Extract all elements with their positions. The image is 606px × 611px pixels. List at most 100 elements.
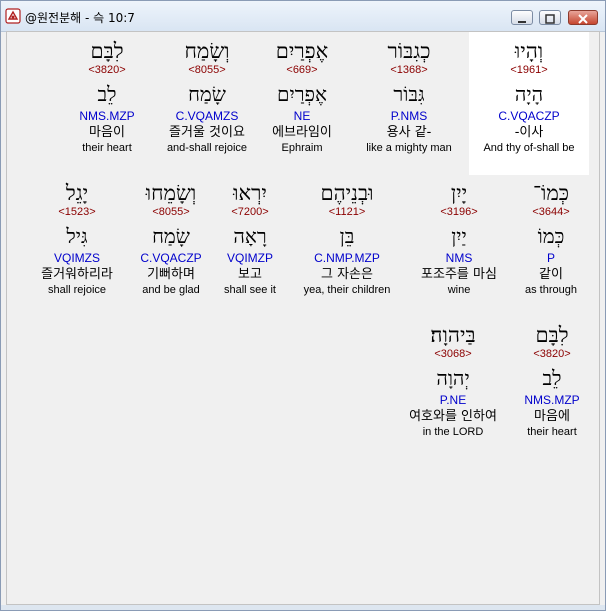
close-button[interactable] <box>568 10 598 25</box>
word-cell[interactable]: לִבָּם <3820> לֵב NMS.MZP 마음에 their hear… <box>507 316 597 439</box>
english-gloss: shall rejoice <box>47 284 107 296</box>
english-gloss: wine <box>447 284 471 296</box>
hebrew-word: כְּמוֹ־ <box>532 181 570 205</box>
morphology-code: C.VQAMZS <box>175 109 239 123</box>
word-cell[interactable]: וְהָיוּ <1961> הָיָה C.VQACZP -이사 And th… <box>469 32 589 175</box>
strong-number[interactable]: <1523> <box>27 206 127 219</box>
korean-gloss: 에브라임이 <box>272 125 332 140</box>
hebrew-word: לִבָּם <box>90 39 124 63</box>
strong-number[interactable]: <3644> <box>501 206 601 219</box>
strong-number[interactable]: <7200> <box>213 206 287 219</box>
word-cell[interactable]: בַּיהוָה׃ <3068> יְהוָה P.NE 여호와를 인하여 in… <box>397 316 509 439</box>
word-cell[interactable]: יִרְאוּ <7200> רָאָה VQIMZP 보고 shall see… <box>213 174 287 297</box>
word-cell[interactable]: לִבָּם <3820> לֵב NMS.MZP 마음이 their hear… <box>67 32 147 155</box>
word-cell[interactable]: וְשָׂמַח <8055> שָׂמַח C.VQAMZS 즐거울 것이요 … <box>157 32 257 155</box>
window-bottom-edge <box>1 605 605 610</box>
strong-number[interactable]: <8055> <box>129 206 213 219</box>
hebrew-word: בַּיהוָה׃ <box>430 323 476 347</box>
lemma: יַיִן <box>451 224 467 248</box>
korean-gloss: 같이 <box>539 267 563 282</box>
strong-number[interactable]: <3068> <box>397 348 509 361</box>
korean-gloss: 기뻐하며 <box>147 267 195 282</box>
hebrew-word: יָגֵל <box>65 181 89 205</box>
word-cell[interactable]: כְּמוֹ־ <3644> כְּמוֹ P 같이 as through <box>501 174 601 297</box>
word-cell[interactable]: כְגִבּוֹר <1368> גִּבּוֹר P.NMS 용사 같- li… <box>349 32 469 155</box>
morphology-code: C.NMP.MZP <box>314 251 380 265</box>
hebrew-word: וּבְנֵיהֶם <box>320 181 374 205</box>
strong-number[interactable]: <3820> <box>67 64 147 77</box>
hebrew-word: אֶפְרַיִם <box>275 39 329 63</box>
lemma: גִּבּוֹר <box>393 82 425 106</box>
english-gloss: Ephraim <box>281 142 323 154</box>
word-cell[interactable]: וּבְנֵיהֶם <1121> בֵּן C.NMP.MZP 그 자손은 y… <box>287 174 407 297</box>
strong-number[interactable]: <3196> <box>403 206 515 219</box>
strong-number[interactable]: <1368> <box>349 64 469 77</box>
lemma: כְּמוֹ <box>537 224 565 248</box>
korean-gloss: 그 자손은 <box>321 267 373 282</box>
maximize-button[interactable] <box>539 10 561 25</box>
strong-number[interactable]: <1961> <box>469 64 589 77</box>
maximize-icon <box>545 14 555 24</box>
lemma: שָׂמַח <box>188 82 226 106</box>
lemma: גִּיל <box>66 224 88 248</box>
strong-number[interactable]: <1121> <box>287 206 407 219</box>
word-cell[interactable]: וְשָׂמֵחוּ <8055> שָׂמַח C.VQACZP 기뻐하며 a… <box>129 174 213 297</box>
hebrew-word: וְשָׂמַח <box>184 39 230 63</box>
english-gloss: shall see it <box>224 284 276 296</box>
english-gloss: their heart <box>527 426 577 438</box>
hebrew-word: וְהָיוּ <box>514 39 544 63</box>
minimize-button[interactable] <box>511 10 533 25</box>
minimize-icon <box>518 21 526 23</box>
hebrew-word: יָיִן <box>450 181 468 205</box>
hebrew-word: לִבָּם <box>535 323 569 347</box>
window-title: @원전분해 - 슥 10:7 <box>25 11 135 25</box>
korean-gloss: 즐거워하리라 <box>41 267 113 282</box>
morphology-code: NMS <box>445 251 473 265</box>
hebrew-word: כְגִבּוֹר <box>387 39 431 63</box>
hebrew-word: יִרְאוּ <box>233 181 267 205</box>
hebrew-word: וְשָׂמֵחוּ <box>145 181 197 205</box>
korean-gloss: 보고 <box>238 267 262 282</box>
korean-gloss: -이사 <box>514 125 544 140</box>
morphology-code: P.NE <box>439 393 467 407</box>
korean-gloss: 즐거울 것이요 <box>169 125 245 140</box>
english-gloss: their heart <box>82 142 132 154</box>
morphology-code: NMS.MZP <box>524 393 580 407</box>
morphology-code: NMS.MZP <box>79 109 135 123</box>
lemma: רָאָה <box>233 224 267 248</box>
lemma: לֵב <box>542 366 562 390</box>
app-icon[interactable] <box>5 8 21 24</box>
word-cell[interactable]: יָיִן <3196> יַיִן NMS 포조주를 마심 wine <box>403 174 515 297</box>
english-gloss: and-shall rejoice <box>166 142 248 154</box>
lemma: אֶפְרַיִם <box>276 82 328 106</box>
morphology-code: VQIMZP <box>226 251 273 265</box>
english-gloss: like a mighty man <box>366 142 452 154</box>
morphology-code: P.NMS <box>390 109 428 123</box>
english-gloss: and be glad <box>142 284 200 296</box>
korean-gloss: 마음이 <box>89 125 125 140</box>
english-gloss: as through <box>525 284 577 296</box>
morphology-code: NE <box>293 109 311 123</box>
lemma: בֵּן <box>339 224 355 248</box>
morphology-code: VQIMZS <box>53 251 100 265</box>
morphology-code: C.VQACZP <box>498 109 560 123</box>
close-icon <box>578 14 588 24</box>
morphology-code: P <box>546 251 555 265</box>
korean-gloss: 마음에 <box>534 409 570 424</box>
lemma: לֵב <box>97 82 117 106</box>
korean-gloss: 용사 같- <box>386 125 432 140</box>
strong-number[interactable]: <8055> <box>157 64 257 77</box>
main-window: @원전분해 - 슥 10:7 וְהָיוּ <1961> הָיָה C.VQ… <box>0 0 606 611</box>
word-cell[interactable]: אֶפְרַיִם <669> אֶפְרַיִם NE 에브라임이 Ephra… <box>247 32 357 155</box>
english-gloss: yea, their children <box>303 284 391 296</box>
english-gloss: And thy of-shall be <box>483 142 575 154</box>
title-bar[interactable]: @원전분해 - 슥 10:7 <box>1 1 605 32</box>
strong-number[interactable]: <669> <box>247 64 357 77</box>
lemma: שָׂמַח <box>152 224 190 248</box>
lemma: יְהוָה <box>436 366 470 390</box>
morphology-code: C.VQACZP <box>140 251 202 265</box>
korean-gloss: 여호와를 인하여 <box>409 409 497 424</box>
word-cell[interactable]: יָגֵל <1523> גִּיל VQIMZS 즐거워하리라 shall r… <box>27 174 127 297</box>
strong-number[interactable]: <3820> <box>507 348 597 361</box>
korean-gloss: 포조주를 마심 <box>421 267 497 282</box>
